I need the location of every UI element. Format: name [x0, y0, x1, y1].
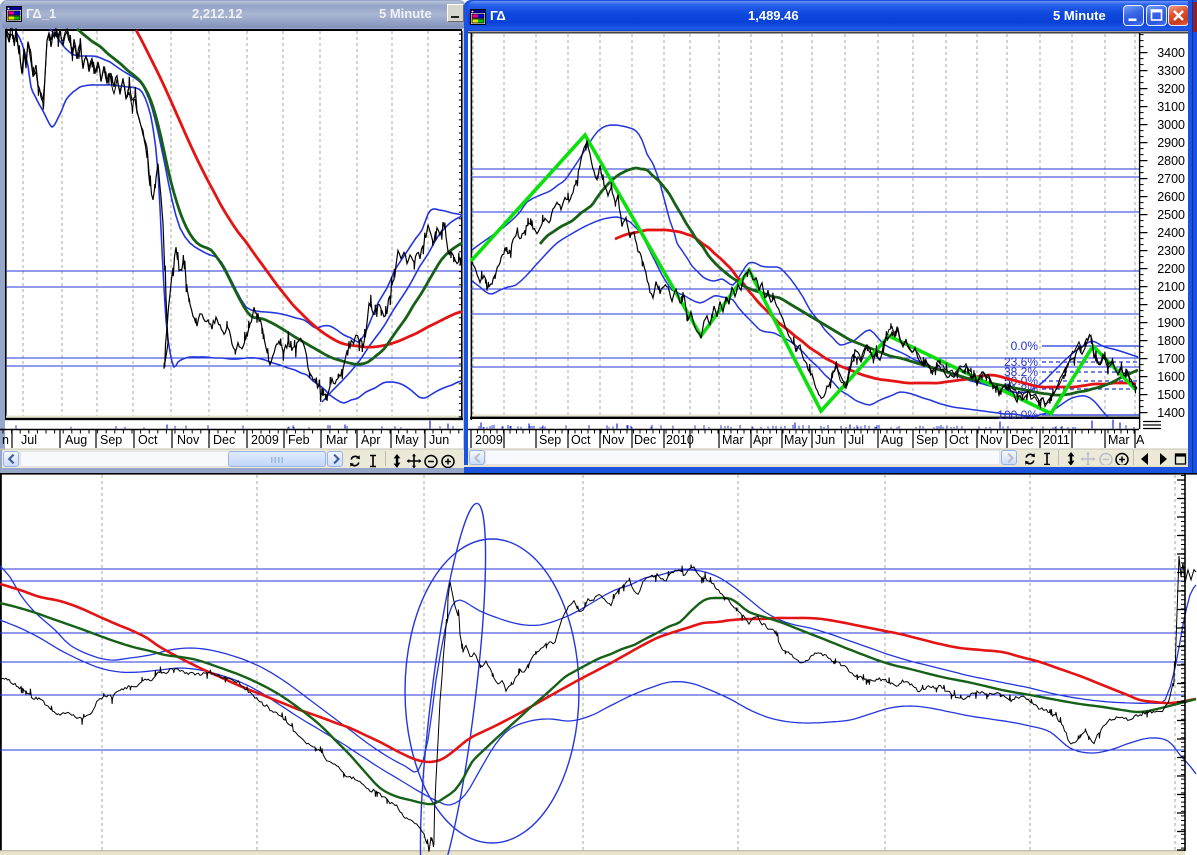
- svg-text:Jun: Jun: [815, 433, 835, 447]
- svg-text:3000: 3000: [1157, 118, 1185, 132]
- svg-text:Mar: Mar: [1108, 433, 1130, 447]
- svg-text:2009: 2009: [251, 433, 279, 447]
- svg-text:Oct: Oct: [571, 433, 591, 447]
- svg-text:Oct: Oct: [949, 433, 969, 447]
- svg-text:3100: 3100: [1157, 100, 1185, 114]
- svg-text:Nov: Nov: [177, 433, 200, 447]
- svg-text:A: A: [1136, 433, 1145, 447]
- svg-text:Feb: Feb: [288, 433, 310, 447]
- svg-text:May: May: [784, 433, 808, 447]
- svg-text:Dec: Dec: [1011, 433, 1033, 447]
- svg-text:Apr: Apr: [753, 433, 772, 447]
- svg-text:Dec: Dec: [213, 433, 235, 447]
- svg-text:1600: 1600: [1157, 370, 1185, 384]
- svg-text:3200: 3200: [1157, 82, 1185, 96]
- svg-text:1700: 1700: [1157, 352, 1185, 366]
- svg-text:Jul: Jul: [848, 433, 864, 447]
- svg-text:2010: 2010: [666, 433, 694, 447]
- svg-text:n: n: [2, 433, 9, 447]
- svg-text:Aug: Aug: [881, 433, 903, 447]
- svg-text:2700: 2700: [1157, 172, 1185, 186]
- svg-text:1800: 1800: [1157, 334, 1185, 348]
- svg-text:Dec: Dec: [634, 433, 656, 447]
- svg-text:1900: 1900: [1157, 316, 1185, 330]
- svg-text:2500: 2500: [1157, 208, 1185, 222]
- svg-text:1500: 1500: [1157, 388, 1185, 402]
- svg-text:1400: 1400: [1157, 406, 1185, 420]
- svg-text:Nov: Nov: [602, 433, 625, 447]
- svg-text:May: May: [395, 433, 419, 447]
- svg-text:2600: 2600: [1157, 190, 1185, 204]
- svg-text:2400: 2400: [1157, 226, 1185, 240]
- svg-text:2300: 2300: [1157, 244, 1185, 258]
- svg-text:Mar: Mar: [722, 433, 744, 447]
- svg-text:2011: 2011: [1043, 433, 1070, 447]
- svg-text:Jun: Jun: [429, 433, 449, 447]
- svg-text:2009: 2009: [475, 433, 503, 447]
- svg-text:Nov: Nov: [980, 433, 1003, 447]
- svg-text:Oct: Oct: [138, 433, 158, 447]
- svg-text:Aug: Aug: [65, 433, 87, 447]
- svg-text:Sep: Sep: [100, 433, 122, 447]
- svg-text:3400: 3400: [1157, 46, 1185, 60]
- svg-text:2800: 2800: [1157, 154, 1185, 168]
- svg-text:Sep: Sep: [539, 433, 561, 447]
- svg-text:Sep: Sep: [916, 433, 938, 447]
- svg-text:Mar: Mar: [326, 433, 348, 447]
- svg-text:2000: 2000: [1157, 298, 1185, 312]
- svg-text:Apr: Apr: [361, 433, 380, 447]
- svg-text:Jul: Jul: [21, 433, 37, 447]
- svg-text:2900: 2900: [1157, 136, 1185, 150]
- svg-text:2200: 2200: [1157, 262, 1185, 276]
- svg-text:0.0%: 0.0%: [1011, 339, 1039, 353]
- svg-text:2100: 2100: [1157, 280, 1185, 294]
- svg-text:3300: 3300: [1157, 64, 1185, 78]
